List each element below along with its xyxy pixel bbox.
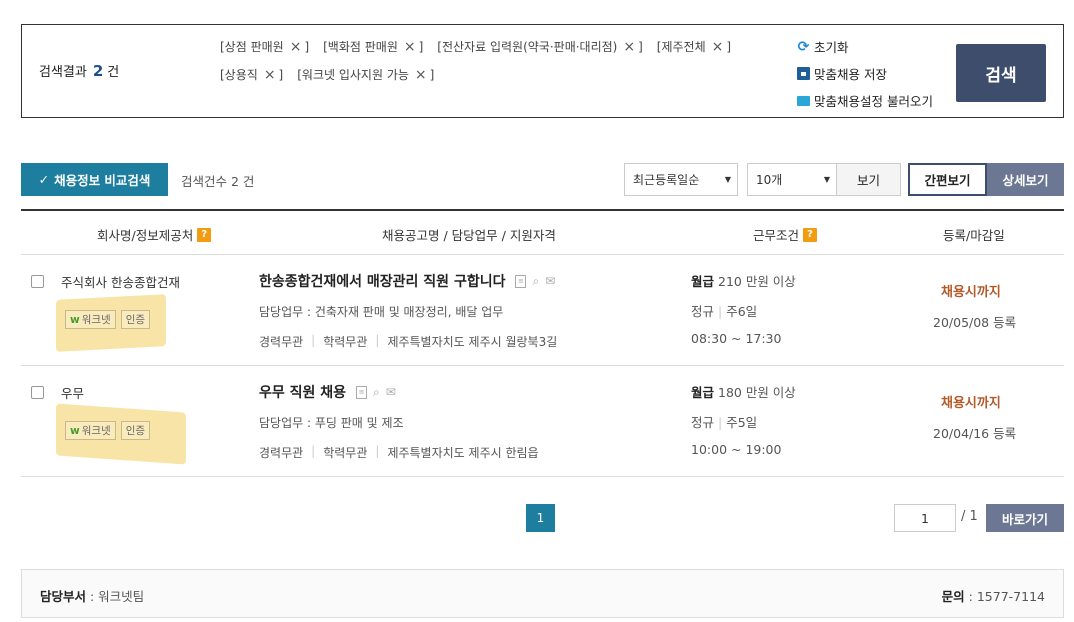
caret-down-icon: ▼ <box>724 175 731 184</box>
certified-badge: 인증 <box>120 310 151 329</box>
table-row: 우무 w 워크넷 인증 우무 직원 채용 ≡ ⌕ ✉ 담당업무 : 푸딩 판매 및… <box>21 366 1064 477</box>
work-type: 정규 | 주5일 <box>691 415 758 430</box>
worknet-logo-icon: w <box>70 314 80 326</box>
filter-tag: [백화점 판매원 ×] <box>323 38 424 55</box>
close-icon[interactable]: × <box>415 67 427 83</box>
close-icon[interactable]: × <box>623 39 635 55</box>
caret-down-icon: ▼ <box>823 175 830 184</box>
worknet-badge: w 워크넷 <box>65 421 116 440</box>
footer: 담당부서 : 워크넷팀 문의 : 1577-7114 <box>21 569 1064 618</box>
save-custom-link[interactable]: 맞춤채용 저장 <box>797 60 933 87</box>
per-page-select[interactable]: 10개 ▼ <box>747 163 837 196</box>
header-dates: 등록/마감일 <box>943 228 1005 243</box>
badges: w 워크넷 인증 <box>65 310 151 329</box>
go-page-button[interactable]: 바로가기 <box>986 504 1064 532</box>
badges: w 워크넷 인증 <box>65 421 151 440</box>
department-info: 담당부서 : 워크넷팀 <box>40 589 145 604</box>
search-icon[interactable]: ⌕ <box>532 274 539 289</box>
close-icon[interactable]: × <box>712 39 724 55</box>
search-button[interactable]: 검색 <box>956 44 1046 102</box>
job-duty: 담당업무 : 건축자재 판매 및 매장정리, 배달 업무 <box>259 305 504 319</box>
deadline: 채용시까지 <box>941 396 1001 411</box>
filter-tag: [상점 판매원 ×] <box>220 38 310 55</box>
search-count: 검색건수 2 건 <box>181 174 255 189</box>
help-icon[interactable]: ? <box>197 227 212 242</box>
worknet-logo-icon: w <box>70 425 80 437</box>
deadline: 채용시까지 <box>941 285 1001 300</box>
header-job: 채용공고명 / 담당업무 / 지원자격 <box>382 228 556 243</box>
load-custom-link[interactable]: 맞춤채용설정 불러오기 <box>797 87 933 114</box>
apply-mail-icon[interactable]: ✉ <box>545 274 555 288</box>
work-type: 정규 | 주6일 <box>691 304 758 319</box>
work-hours: 08:30 ~ 17:30 <box>691 331 782 346</box>
job-table: 회사명/정보제공처? 채용공고명 / 담당업무 / 지원자격 근무조건? 등록/… <box>21 209 1064 477</box>
simple-view-button[interactable]: 간편보기 <box>908 163 987 196</box>
compare-search-button[interactable]: ✓ 채용정보 비교검색 <box>21 163 168 196</box>
job-title[interactable]: 한송종합건재에서 매장관리 직원 구합니다 ≡ ⌕ ✉ <box>259 271 555 291</box>
job-qualifications: 경력무관 | 학력무관 | 제주특별자치도 제주시 한림읍 <box>259 444 539 460</box>
close-icon[interactable]: × <box>290 39 302 55</box>
job-duty: 담당업무 : 푸딩 판매 및 제조 <box>259 416 404 430</box>
job-title[interactable]: 우무 직원 채용 ≡ ⌕ ✉ <box>259 382 396 402</box>
company-name[interactable]: 우무 <box>61 383 84 402</box>
page-number-current[interactable]: 1 <box>526 504 555 532</box>
table-header: 회사명/정보제공처? 채용공고명 / 담당업무 / 지원자격 근무조건? 등록/… <box>21 211 1064 255</box>
folder-icon <box>797 95 810 106</box>
inquiry-info: 문의 : 1577-7114 <box>941 589 1045 604</box>
filter-tag: [상용직 ×] <box>220 66 284 83</box>
save-icon <box>797 67 810 80</box>
filter-tag: [제주전체 ×] <box>656 38 732 55</box>
filter-tag: [워크넷 입사지원 가능 ×] <box>297 66 435 83</box>
refresh-icon: ⟳ <box>797 38 810 55</box>
company-name[interactable]: 주식회사 한송종합건재 <box>61 272 180 291</box>
pay-info: 월급 180 만원 이상 <box>691 385 796 400</box>
header-company: 회사명/정보제공처? <box>97 225 212 244</box>
filter-tag: [전산자료 입력원(약국·판매·대리점) ×] <box>437 38 643 55</box>
certified-badge: 인증 <box>120 421 151 440</box>
work-hours: 10:00 ~ 19:00 <box>691 442 782 457</box>
sort-select[interactable]: 최근등록일순 ▼ <box>624 163 738 196</box>
close-icon[interactable]: × <box>404 39 416 55</box>
close-icon[interactable]: × <box>264 67 276 83</box>
filter-tags: [상점 판매원 ×] [백화점 판매원 ×] [전산자료 입력원(약국·판매·대리점… <box>220 32 780 88</box>
page-total: / 1 <box>961 509 978 524</box>
document-icon[interactable]: ≡ <box>356 385 368 399</box>
apply-mail-icon[interactable]: ✉ <box>386 385 396 399</box>
result-count-number: 2 <box>92 62 104 80</box>
search-side-actions: ⟳ 초기화 맞춤채용 저장 맞춤채용설정 불러오기 <box>797 33 933 114</box>
registered-date: 20/05/08 등록 <box>933 315 1017 330</box>
search-icon[interactable]: ⌕ <box>373 385 380 400</box>
job-qualifications: 경력무관 | 학력무관 | 제주특별자치도 제주시 월랑북3길 <box>259 333 558 349</box>
help-icon[interactable]: ? <box>803 227 818 242</box>
view-button[interactable]: 보기 <box>837 163 901 196</box>
row-checkbox[interactable] <box>31 275 44 288</box>
worknet-badge: w 워크넷 <box>65 310 116 329</box>
pay-info: 월급 210 만원 이상 <box>691 274 796 289</box>
header-conditions: 근무조건? <box>753 225 818 244</box>
detail-view-button[interactable]: 상세보기 <box>987 163 1064 196</box>
page-input[interactable]: 1 <box>894 504 956 532</box>
row-checkbox[interactable] <box>31 386 44 399</box>
result-count: 검색결과 2 건 <box>39 62 120 80</box>
search-summary-box: 검색결과 2 건 [상점 판매원 ×] [백화점 판매원 ×] [전산자료 입력원(약국… <box>21 24 1064 118</box>
reset-link[interactable]: ⟳ 초기화 <box>797 33 933 60</box>
check-icon: ✓ <box>38 172 50 187</box>
registered-date: 20/04/16 등록 <box>933 426 1017 441</box>
document-icon[interactable]: ≡ <box>515 274 527 288</box>
table-row: 주식회사 한송종합건재 w 워크넷 인증 한송종합건재에서 매장관리 직원 구합니… <box>21 255 1064 366</box>
